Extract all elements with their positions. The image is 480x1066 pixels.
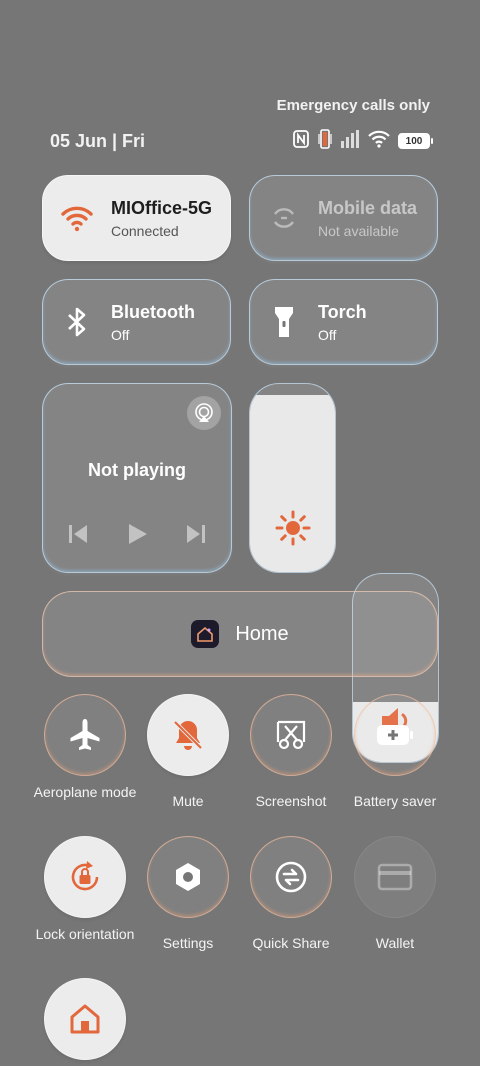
torch-title: Torch bbox=[318, 301, 367, 322]
bluetooth-icon bbox=[43, 306, 111, 338]
mobile-data-title: Mobile data bbox=[318, 197, 418, 218]
next-track-button[interactable] bbox=[185, 523, 207, 550]
nfc-icon bbox=[292, 129, 310, 153]
home-icon bbox=[70, 1004, 100, 1034]
bell-off-icon bbox=[173, 720, 203, 750]
brightness-icon bbox=[250, 510, 335, 546]
cast-icon bbox=[195, 403, 213, 422]
wifi-network-name: MIOffice-5G bbox=[111, 197, 213, 218]
bluetooth-title: Bluetooth bbox=[111, 301, 195, 322]
mute-label: Mute bbox=[172, 793, 204, 809]
media-status: Not playing bbox=[88, 460, 186, 480]
date-label: 05 Jun | Fri bbox=[50, 131, 146, 151]
play-button[interactable] bbox=[125, 522, 149, 551]
aeroplane-mode-label: Aeroplane mode bbox=[33, 784, 137, 800]
airplane-icon bbox=[70, 719, 100, 750]
home-shortcut-toggle[interactable] bbox=[44, 978, 126, 1060]
wifi-tile[interactable]: MIOffice-5G Connected bbox=[42, 175, 231, 261]
wifi-status-icon bbox=[368, 130, 390, 153]
quick-share-toggle[interactable] bbox=[250, 836, 332, 918]
play-icon bbox=[129, 524, 147, 544]
aeroplane-mode-toggle[interactable] bbox=[44, 694, 126, 776]
lock-orientation-label: Lock orientation bbox=[35, 926, 135, 942]
media-player-tile[interactable]: Not playing bbox=[42, 383, 232, 573]
carrier-status: Emergency calls only bbox=[276, 97, 430, 114]
brightness-slider[interactable] bbox=[249, 383, 336, 573]
lock-orientation-toggle[interactable] bbox=[44, 836, 126, 918]
home-label: Home bbox=[235, 622, 289, 645]
previous-track-button[interactable] bbox=[67, 523, 89, 550]
mobile-data-status: Not available bbox=[318, 222, 399, 239]
battery-saver-label: Battery saver bbox=[353, 793, 437, 809]
bluetooth-status: Off bbox=[111, 326, 130, 343]
battery-saver-toggle[interactable] bbox=[354, 694, 436, 776]
wallet-icon bbox=[377, 863, 413, 891]
bluetooth-tile[interactable]: Bluetooth Off bbox=[42, 279, 231, 365]
quick-share-icon bbox=[275, 861, 307, 893]
mute-toggle[interactable] bbox=[147, 694, 229, 776]
vibrate-icon bbox=[318, 128, 332, 155]
wifi-icon bbox=[43, 204, 111, 232]
status-icons: 100 bbox=[292, 128, 433, 155]
home-app-icon bbox=[191, 620, 220, 648]
rotation-lock-icon bbox=[71, 861, 99, 891]
screenshot-label: Screenshot bbox=[255, 793, 327, 809]
mobile-data-icon bbox=[250, 203, 318, 233]
mobile-data-tile[interactable]: Mobile data Not available bbox=[249, 175, 438, 261]
scissors-icon bbox=[276, 720, 306, 750]
torch-icon bbox=[250, 305, 318, 339]
signal-icon bbox=[340, 129, 360, 154]
settings-toggle[interactable] bbox=[147, 836, 229, 918]
wifi-status: Connected bbox=[111, 222, 179, 239]
settings-label: Settings bbox=[162, 935, 214, 951]
screenshot-toggle[interactable] bbox=[250, 694, 332, 776]
battery-icon: 100 bbox=[398, 133, 433, 149]
gear-icon bbox=[176, 863, 200, 891]
previous-icon bbox=[69, 525, 87, 543]
battery-plus-icon bbox=[377, 725, 413, 745]
torch-tile[interactable]: Torch Off bbox=[249, 279, 438, 365]
quick-share-label: Quick Share bbox=[252, 935, 330, 951]
wallet-toggle[interactable] bbox=[354, 836, 436, 918]
battery-level: 100 bbox=[405, 135, 423, 147]
wallet-label: Wallet bbox=[375, 935, 415, 951]
next-icon bbox=[187, 525, 205, 543]
home-tile[interactable]: Home bbox=[42, 591, 438, 677]
torch-status: Off bbox=[318, 326, 337, 343]
cast-button[interactable] bbox=[187, 396, 221, 430]
